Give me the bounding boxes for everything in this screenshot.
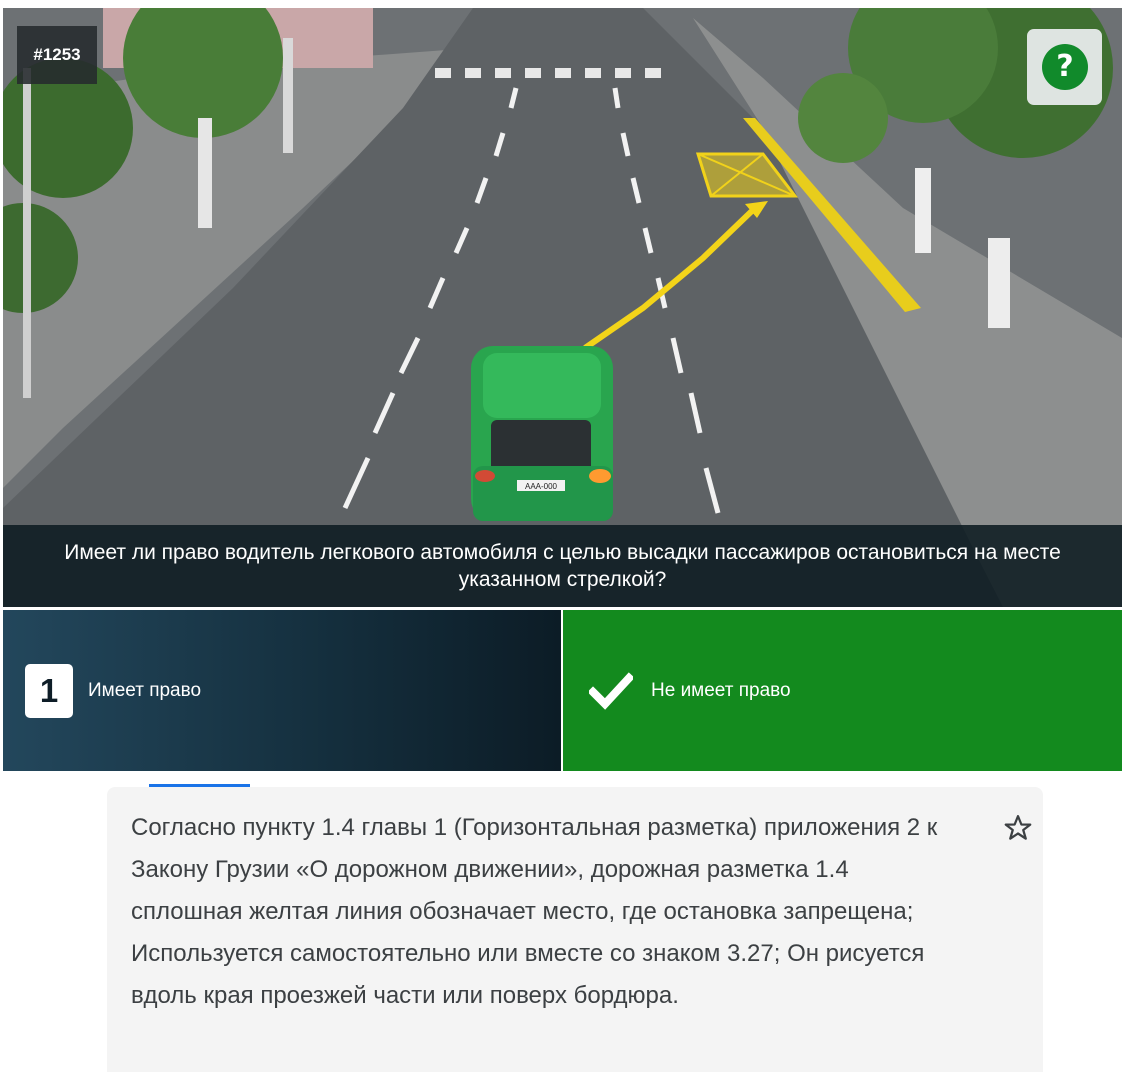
answer-label: Имеет право — [88, 679, 202, 701]
question-text: Имеет ли право водитель легкового автомо… — [64, 541, 1061, 591]
question-number-badge: #1253 — [17, 26, 97, 84]
explanation-panel: Согласно пункту 1.4 главы 1 (Горизонталь… — [107, 787, 1043, 1072]
answer-label: Не имеет право — [651, 679, 791, 701]
answer-number-badge: 1 — [25, 663, 73, 718]
question-image: AAA-000 #1253 ? Имеет ли право водитель … — [3, 8, 1122, 607]
help-button[interactable]: ? — [1027, 29, 1102, 105]
star-outline-icon[interactable] — [1003, 813, 1033, 843]
license-plate: AAA-000 — [525, 482, 558, 491]
check-icon — [589, 671, 633, 710]
road-scene: AAA-000 — [3, 8, 1122, 607]
explanation-text: Согласно пункту 1.4 главы 1 (Горизонталь… — [131, 814, 938, 1009]
question-text-banner: Имеет ли право водитель легкового автомо… — [3, 525, 1122, 607]
question-mark-icon: ? — [1042, 44, 1088, 90]
answer-option-1[interactable]: 1 Имеет право — [3, 610, 561, 771]
answer-option-2-correct[interactable]: Не имеет право — [563, 610, 1122, 771]
